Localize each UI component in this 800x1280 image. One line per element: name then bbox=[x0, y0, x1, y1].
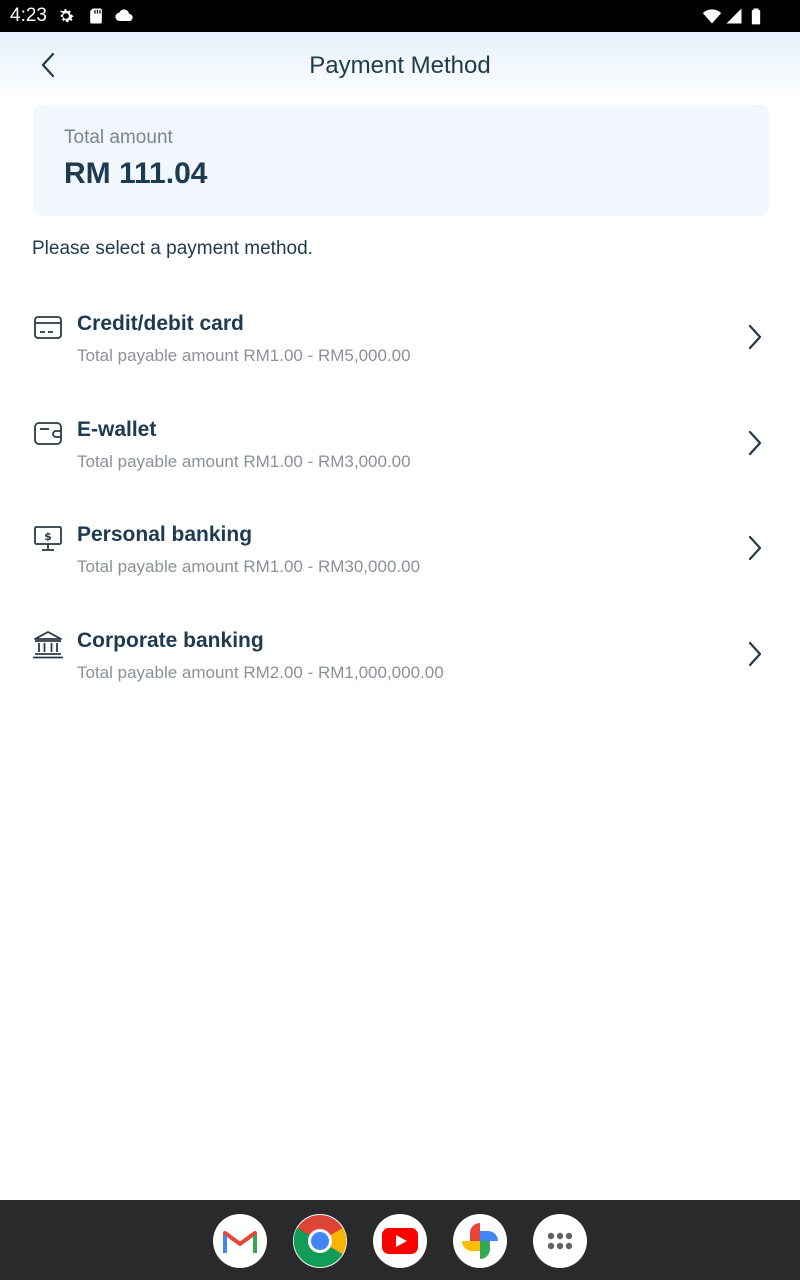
payment-method-subtitle: Total payable amount RM1.00 - RM5,000.00 bbox=[77, 346, 411, 365]
wallet-icon bbox=[32, 418, 64, 450]
total-amount-label: Total amount bbox=[64, 127, 173, 148]
battery-icon bbox=[751, 8, 761, 25]
payment-method-credit-debit-card[interactable]: Credit/debit card Total payable amount R… bbox=[0, 312, 800, 402]
photos-icon[interactable] bbox=[453, 1214, 507, 1268]
status-bar: 4:23 bbox=[0, 0, 800, 32]
chevron-right-icon bbox=[748, 324, 762, 350]
payment-method-title: Credit/debit card bbox=[77, 312, 244, 335]
payment-method-title: Corporate banking bbox=[77, 629, 264, 652]
status-time: 4:23 bbox=[10, 5, 47, 26]
payment-method-subtitle: Total payable amount RM1.00 - RM3,000.00 bbox=[77, 452, 411, 471]
cellular-signal-icon bbox=[726, 8, 742, 24]
app-drawer-icon[interactable] bbox=[533, 1214, 587, 1268]
page-title: Payment Method bbox=[309, 52, 491, 79]
payment-method-personal-banking[interactable]: $ Personal banking Total payable amount … bbox=[0, 523, 800, 613]
app-header: Payment Method bbox=[0, 32, 800, 104]
sd-card-icon bbox=[90, 8, 102, 24]
payment-method-subtitle: Total payable amount RM1.00 - RM30,000.0… bbox=[77, 557, 421, 576]
credit-card-icon bbox=[32, 312, 64, 344]
payment-method-title: E-wallet bbox=[77, 418, 157, 441]
bank-icon bbox=[32, 629, 64, 661]
payment-method-subtitle: Total payable amount RM2.00 - RM1,000,00… bbox=[77, 663, 444, 682]
payment-method-corporate-banking[interactable]: Corporate banking Total payable amount R… bbox=[0, 629, 800, 719]
chevron-right-icon bbox=[748, 430, 762, 456]
wifi-icon bbox=[702, 9, 722, 24]
total-amount-value: RM 111.04 bbox=[64, 157, 208, 190]
computer-dollar-icon: $ bbox=[32, 523, 64, 555]
chrome-icon[interactable] bbox=[293, 1214, 347, 1268]
gear-icon bbox=[60, 9, 74, 23]
cloud-icon bbox=[115, 9, 133, 22]
gmail-icon[interactable] bbox=[213, 1214, 267, 1268]
chevron-right-icon bbox=[748, 641, 762, 667]
instruction-text: Please select a payment method. bbox=[32, 238, 313, 259]
payment-method-e-wallet[interactable]: E-wallet Total payable amount RM1.00 - R… bbox=[0, 418, 800, 508]
svg-text:$: $ bbox=[44, 530, 52, 543]
total-amount-card: Total amount RM 111.04 bbox=[33, 105, 769, 216]
chevron-right-icon bbox=[748, 535, 762, 561]
payment-method-title: Personal banking bbox=[77, 523, 253, 546]
app-dock bbox=[0, 1200, 800, 1280]
youtube-icon[interactable] bbox=[373, 1214, 427, 1268]
